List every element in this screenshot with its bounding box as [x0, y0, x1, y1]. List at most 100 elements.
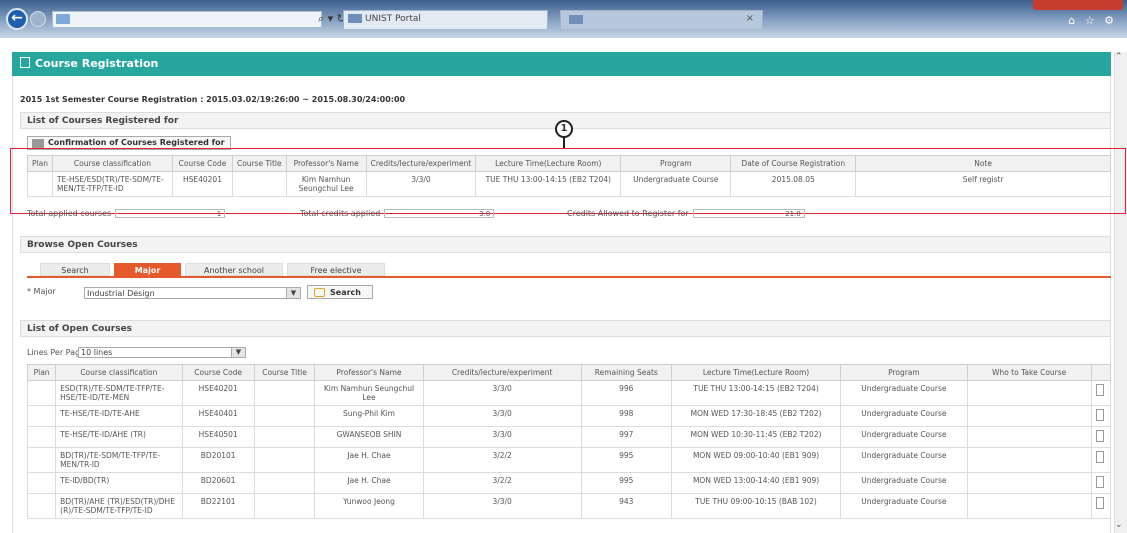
table-cell: BD20601	[181, 472, 255, 494]
table-row[interactable]: ESD(TR)/TE-SDM/TE-TFP/TE-HSE/TE-ID/TE-ME…	[26, 380, 1112, 406]
address-tools[interactable]: ⌕ ▾ ↻	[318, 12, 346, 26]
tab-major[interactable]: Major	[114, 263, 181, 276]
site-icon	[569, 15, 583, 24]
table-cell: 995	[580, 472, 672, 494]
column-header: Remaining Seats	[580, 364, 672, 381]
table-cell	[966, 493, 1092, 519]
open-courses-table: Plan Course classification Course Code Cour…	[26, 364, 1112, 519]
chevron-down-icon[interactable]: ▼	[286, 288, 300, 298]
table-cell: Kim Namhun Seungchul Lee	[314, 380, 424, 406]
table-cell: TE-HSE/ESD(TR)/TE-SDM/TE-MEN/TE-TFP/TE-I…	[51, 171, 173, 197]
table-row[interactable]: BD(TR)/TE-SDM/TE-TFP/TE-MEN/TR-ID BD20101…	[26, 447, 1112, 473]
row-checkbox[interactable]	[1095, 451, 1104, 463]
table-cell: HSE40401	[181, 405, 255, 427]
column-header: Credits/lecture/experiment	[422, 364, 582, 381]
table-cell: MON WED 10:30-11:45 (EB2 T202)	[670, 426, 842, 448]
column-header: Professor's Name	[285, 155, 367, 172]
column-header: Who to Take Course	[966, 364, 1092, 381]
table-row[interactable]: TE-HSE/TE-ID/AHE (TR) HSE40501 GWANSEOB SH…	[26, 426, 1112, 448]
scroll-down-icon[interactable]: ⌄	[1115, 520, 1123, 530]
vertical-scrollbar[interactable]	[1114, 52, 1127, 533]
table-cell: TE-ID/BD(TR)	[55, 472, 183, 494]
open-courses-section-title: List of Open Courses	[20, 320, 1111, 337]
page-icon	[56, 14, 70, 24]
table-cell	[966, 472, 1092, 494]
table-cell: 995	[580, 447, 672, 473]
tab-free-elective[interactable]: Free elective	[287, 263, 385, 276]
column-header: Professor's Name	[314, 364, 424, 381]
lines-per-page-select[interactable]: 10 lines ▼	[78, 347, 246, 358]
select-cell	[1090, 472, 1112, 494]
applied-courses-value: 1	[115, 209, 226, 218]
page-header: Course Registration	[12, 52, 1111, 76]
table-cell: Sung-Phil Kim	[314, 405, 424, 427]
browse-section-title: Browse Open Courses	[20, 236, 1111, 253]
table-cell: HSE40501	[181, 426, 255, 448]
tab-search[interactable]: Search	[40, 263, 110, 276]
table-cell: 943	[580, 493, 672, 519]
table-cell: MON WED 13:00-14:40 (EB1 909)	[670, 472, 842, 494]
browser-tab-2[interactable]: ×	[560, 10, 763, 29]
table-row[interactable]: TE-HSE/TE-ID/TE-AHE HSE40401 Sung-Phil Kim…	[26, 405, 1112, 427]
table-cell: TE-HSE/TE-ID/TE-AHE	[55, 405, 183, 427]
close-tab-icon[interactable]: ×	[746, 13, 754, 24]
table-cell: 3/3/0	[422, 493, 582, 519]
browser-menu-icons[interactable]: ⌂ ☆ ⚙	[1068, 14, 1117, 27]
table-cell: HSE40201	[181, 380, 255, 406]
row-checkbox[interactable]	[1095, 430, 1104, 442]
address-bar[interactable]	[52, 11, 322, 28]
column-header: Plan	[27, 155, 53, 172]
column-header: Course classification	[55, 364, 183, 381]
column-header: Course Title	[253, 364, 316, 381]
select-cell	[1090, 380, 1112, 406]
confirmation-button[interactable]: Confirmation of Courses Registered for	[27, 136, 231, 150]
table-cell	[966, 447, 1092, 473]
credits-applied-value: 3.0	[384, 209, 495, 218]
semester-info: 2015 1st Semester Course Registration : …	[20, 95, 406, 104]
table-cell: TE-HSE/TE-ID/AHE (TR)	[55, 426, 183, 448]
table-cell	[253, 447, 316, 473]
search-button[interactable]: Search	[307, 285, 373, 299]
table-cell	[26, 493, 57, 519]
table-cell: BD(TR)/AHE (TR)/ESD(TR)/DHE (R)/TE-SDM/T…	[55, 493, 183, 519]
row-checkbox[interactable]	[1095, 497, 1104, 509]
column-header: Lecture Time(Lecture Room)	[475, 155, 622, 172]
table-cell: Undergraduate Course	[840, 472, 968, 494]
window-close-button[interactable]	[1033, 0, 1123, 10]
table-cell: Undergraduate Course	[840, 405, 968, 427]
major-select[interactable]: Industrial Design ▼	[84, 287, 301, 299]
credits-allowed-label: Credits Allowed to Register for	[567, 209, 689, 218]
registered-courses-table: Plan Course classification Course Code Cour…	[27, 155, 1111, 197]
tab-another-school[interactable]: Another school	[185, 263, 283, 276]
table-row[interactable]: BD(TR)/AHE (TR)/ESD(TR)/DHE (R)/TE-SDM/T…	[26, 493, 1112, 519]
table-row[interactable]: TE-ID/BD(TR) BD20601 Jae H. Chae 3/2/2 995 MO…	[26, 472, 1112, 494]
table-cell: Kim Namhun Seungchul Lee	[285, 171, 367, 197]
site-icon	[348, 14, 362, 23]
registration-summary: Total applied courses 1 Total credits app…	[27, 209, 827, 221]
search-icon	[314, 288, 325, 297]
select-cell	[1090, 405, 1112, 427]
table-cell	[26, 380, 57, 406]
column-header: Lecture Time(Lecture Room)	[670, 364, 842, 381]
browser-tab-portal[interactable]: UNIST Portal	[343, 10, 548, 29]
table-cell: Undergraduate Course	[620, 171, 732, 197]
table-cell	[966, 426, 1092, 448]
table-cell: TUE THU 13:00-14:15 (EB2 T204)	[670, 380, 842, 406]
forward-button[interactable]	[30, 11, 46, 27]
column-header: Course Code	[171, 155, 233, 172]
column-header: Plan	[26, 364, 57, 381]
row-checkbox[interactable]	[1095, 476, 1104, 488]
row-checkbox[interactable]	[1095, 409, 1104, 421]
table-row[interactable]: TE-HSE/ESD(TR)/TE-SDM/TE-MEN/TE-TFP/TE-I…	[27, 171, 1111, 197]
chevron-down-icon[interactable]: ▼	[231, 348, 245, 357]
table-cell	[253, 405, 316, 427]
row-checkbox[interactable]	[1095, 384, 1104, 396]
back-button[interactable]: ←	[6, 8, 28, 30]
major-label: * Major	[27, 287, 56, 296]
scroll-up-icon[interactable]: ⌃	[1115, 52, 1123, 62]
table-cell: MON WED 17:30-18:45 (EB2 T202)	[670, 405, 842, 427]
table-cell	[253, 380, 316, 406]
table-cell: Self registr	[855, 171, 1111, 197]
table-cell: 998	[580, 405, 672, 427]
table-cell: 996	[580, 380, 672, 406]
